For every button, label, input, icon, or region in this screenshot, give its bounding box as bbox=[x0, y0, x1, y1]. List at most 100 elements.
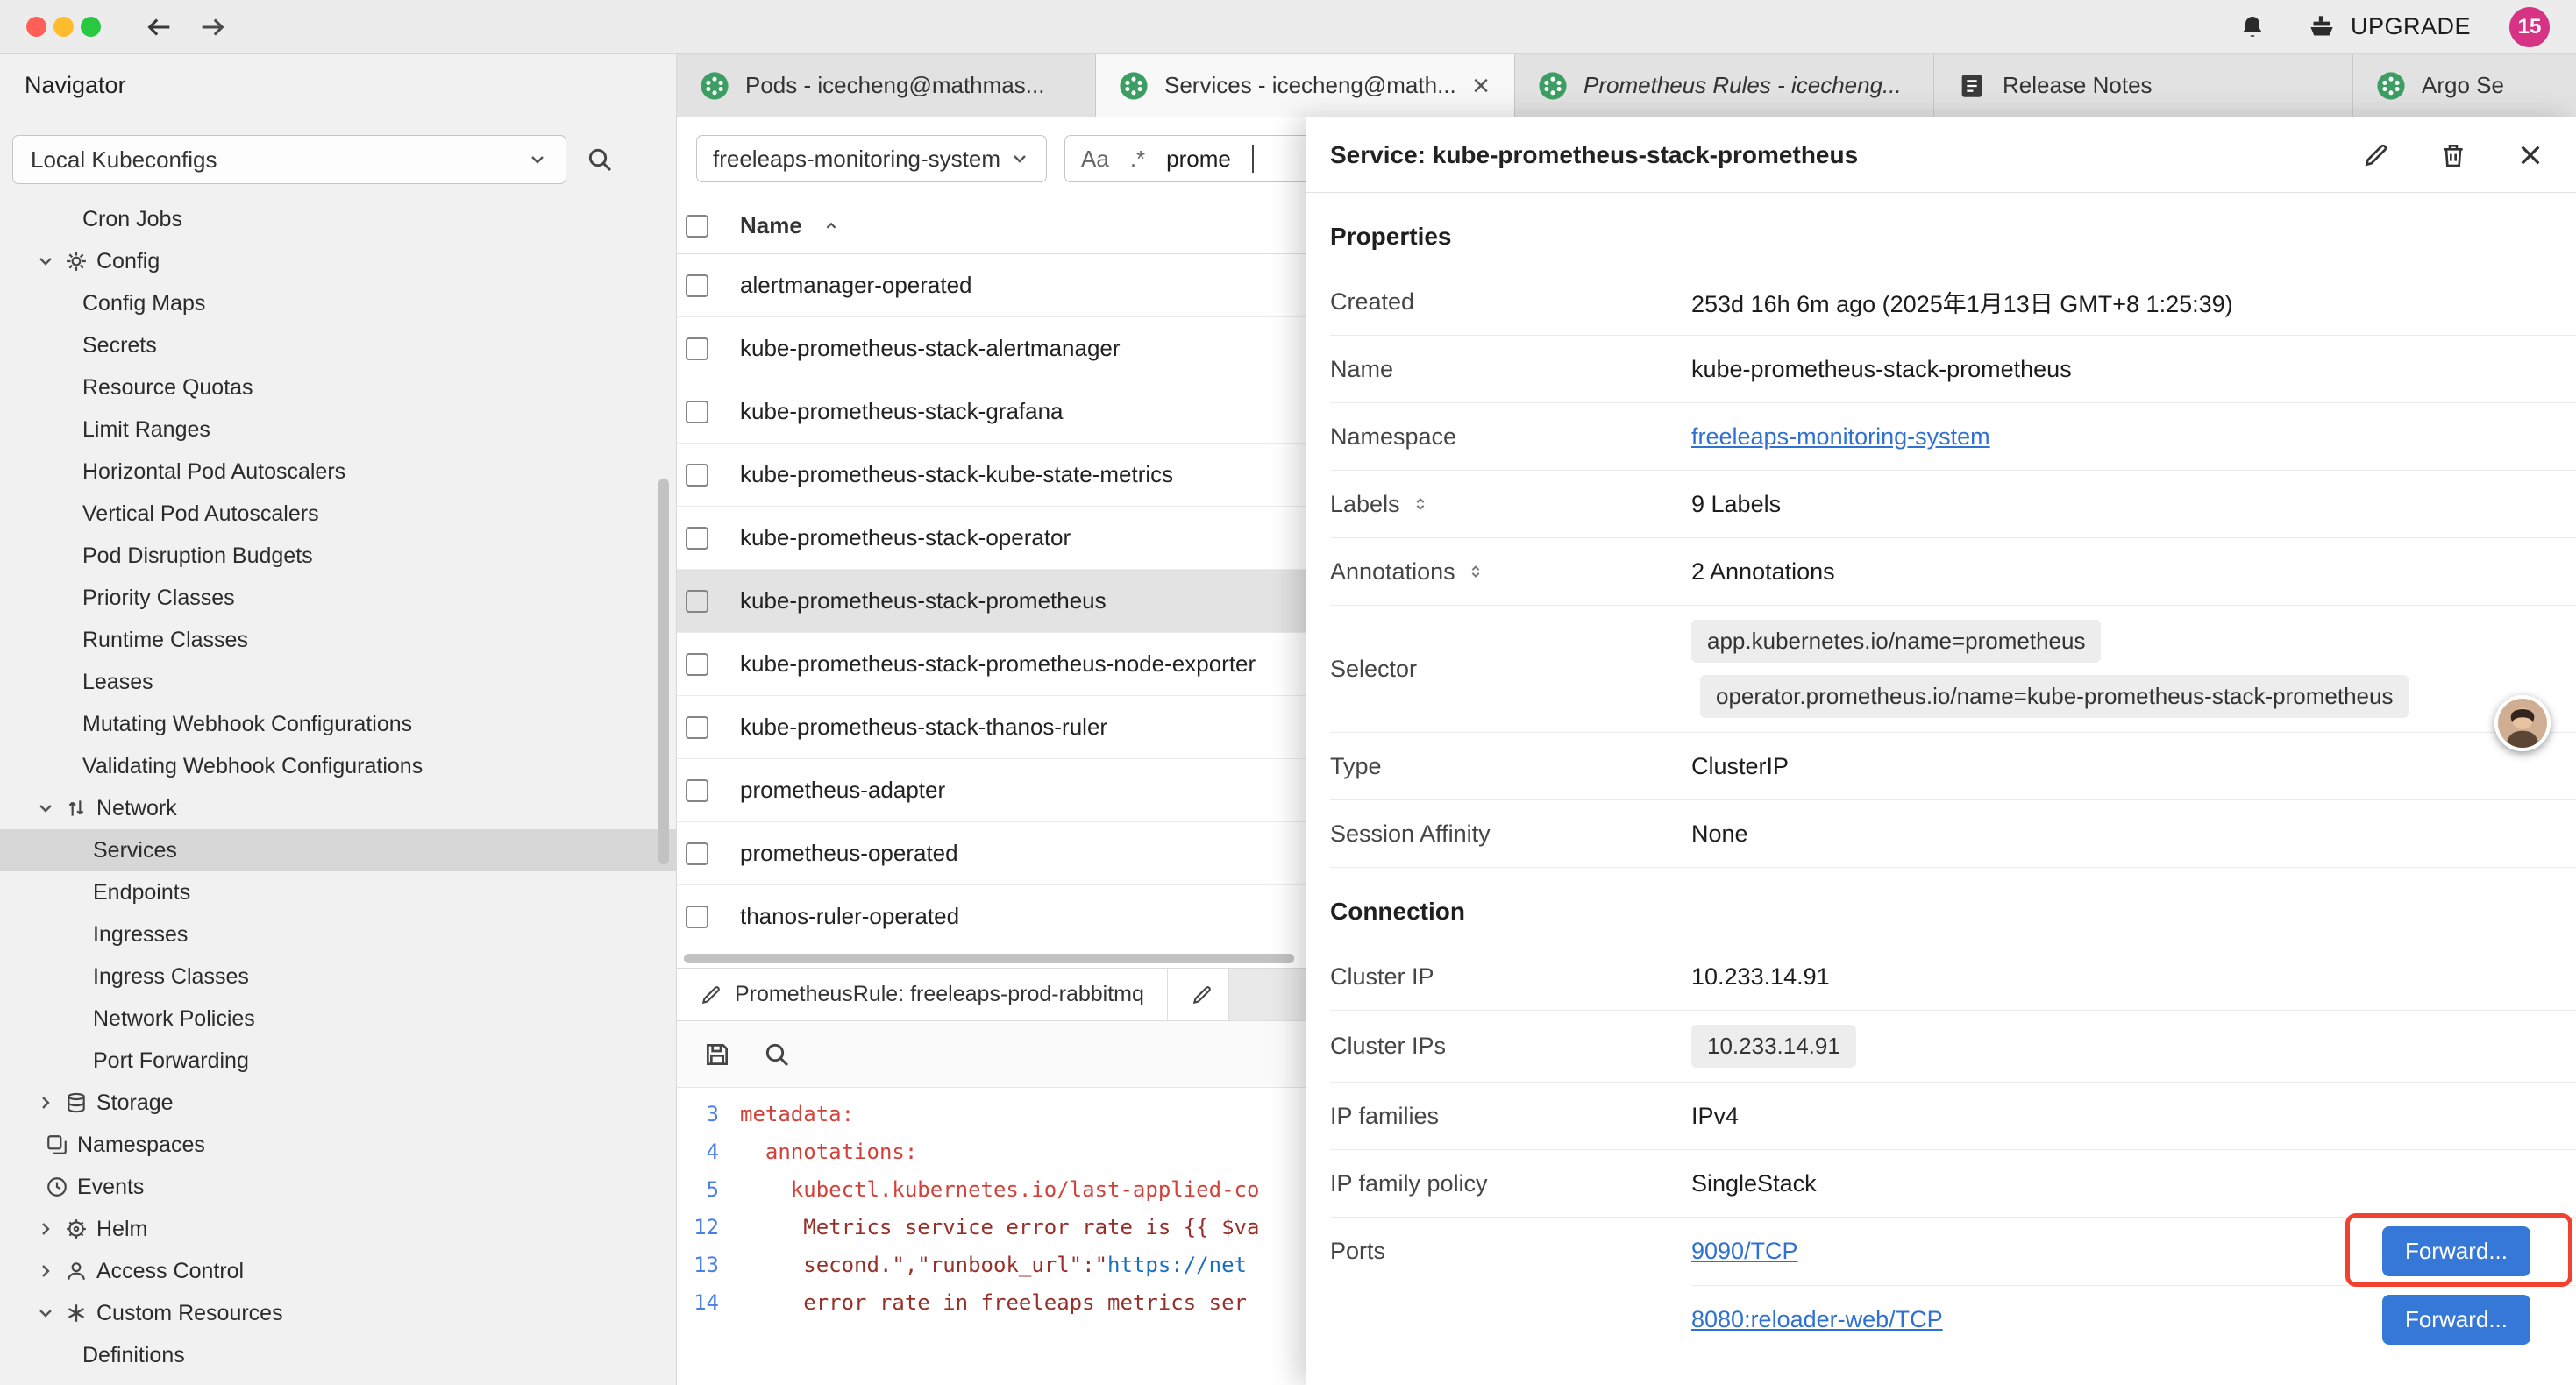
name-column-header[interactable]: Name bbox=[740, 212, 802, 239]
sidebar-item-pod-disruption-budgets[interactable]: Pod Disruption Budgets bbox=[0, 535, 676, 577]
sidebar-item-network-policies[interactable]: Network Policies bbox=[0, 998, 676, 1040]
sidebar-item-runtime-classes[interactable]: Runtime Classes bbox=[0, 619, 676, 661]
table-row-prometheus-operated[interactable]: prometheus-operated bbox=[677, 822, 1306, 885]
navigator-panel-header[interactable]: Navigator bbox=[0, 54, 677, 117]
tab-services-icecheng-math[interactable]: Services - icecheng@math...× bbox=[1096, 54, 1515, 117]
dock-tab-partial[interactable] bbox=[1168, 969, 1229, 1020]
user-avatar[interactable] bbox=[2494, 695, 2551, 751]
search-value: prome bbox=[1166, 146, 1231, 173]
sidebar-item-storage[interactable]: Storage bbox=[0, 1082, 676, 1124]
sidebar-item-config-maps[interactable]: Config Maps bbox=[0, 282, 676, 324]
table-row-alertmanager-operated[interactable]: alertmanager-operated bbox=[677, 254, 1306, 317]
kubeconfig-select[interactable]: Local Kubeconfigs bbox=[12, 135, 566, 184]
upgrade-button[interactable]: UPGRADE bbox=[2305, 11, 2471, 44]
forward-arrow-icon[interactable] bbox=[197, 12, 227, 42]
row-checkbox[interactable] bbox=[686, 274, 708, 297]
sidebar-item-vertical-pod-autoscalers[interactable]: Vertical Pod Autoscalers bbox=[0, 493, 676, 535]
sidebar-item-mutating-webhook-configurations[interactable]: Mutating Webhook Configurations bbox=[0, 703, 676, 745]
table-row-kube-prometheus-stack-prometheus-node-ex[interactable]: kube-prometheus-stack-prometheus-node-ex… bbox=[677, 633, 1306, 696]
namespace-link[interactable]: freeleaps-monitoring-system bbox=[1691, 423, 1990, 451]
forward-button[interactable]: Forward... bbox=[2382, 1295, 2530, 1345]
notification-count-badge[interactable]: 15 bbox=[2509, 7, 2550, 47]
row-checkbox[interactable] bbox=[686, 906, 708, 928]
horizontal-scrollbar[interactable] bbox=[677, 948, 1306, 968]
horizontal-scrollbar-thumb[interactable] bbox=[684, 954, 1294, 963]
sidebar-item-access-control[interactable]: Access Control bbox=[0, 1250, 676, 1292]
match-case-toggle[interactable]: Aa bbox=[1081, 146, 1109, 173]
sidebar-item-definitions[interactable]: Definitions bbox=[0, 1334, 676, 1376]
maximize-window-button[interactable] bbox=[81, 17, 101, 37]
delete-trash-icon[interactable] bbox=[2439, 141, 2467, 169]
sidebar-item-namespaces[interactable]: Namespaces bbox=[0, 1124, 676, 1166]
sidebar-item-resource-quotas[interactable]: Resource Quotas bbox=[0, 366, 676, 408]
minimize-window-button[interactable] bbox=[53, 17, 74, 37]
select-all-checkbox[interactable] bbox=[686, 215, 708, 238]
code-token bbox=[740, 1215, 803, 1239]
row-checkbox[interactable] bbox=[686, 401, 708, 423]
close-window-button[interactable] bbox=[26, 17, 46, 37]
detail-label-text: IP family policy bbox=[1330, 1170, 1488, 1197]
sidebar-item-port-forwarding[interactable]: Port Forwarding bbox=[0, 1040, 676, 1082]
tab-prometheus-rules-icecheng[interactable]: Prometheus Rules - icecheng... bbox=[1515, 54, 1934, 117]
sidebar-item-network[interactable]: Network bbox=[0, 787, 676, 829]
row-checkbox[interactable] bbox=[686, 779, 708, 802]
sidebar-item-events[interactable]: Events bbox=[0, 1166, 676, 1208]
sort-ascending-icon[interactable] bbox=[822, 217, 841, 236]
detail-label: Selector bbox=[1330, 656, 1691, 683]
close-icon[interactable] bbox=[2516, 141, 2544, 169]
row-checkbox[interactable] bbox=[686, 842, 708, 865]
sidebar-item-ingress-classes[interactable]: Ingress Classes bbox=[0, 955, 676, 998]
sidebar-item-cron-jobs[interactable]: Cron Jobs bbox=[0, 198, 676, 240]
sidebar-item-custom-resources[interactable]: Custom Resources bbox=[0, 1292, 676, 1334]
dock-tab-prometheusrule[interactable]: PrometheusRule: freeleaps-prod-rabbitmq bbox=[677, 969, 1168, 1020]
table-row-kube-prometheus-stack-alertmanager[interactable]: kube-prometheus-stack-alertmanager bbox=[677, 317, 1306, 380]
edit-pencil-icon[interactable] bbox=[2362, 141, 2390, 169]
row-checkbox[interactable] bbox=[686, 590, 708, 613]
port-link[interactable]: 9090/TCP bbox=[1691, 1238, 1798, 1265]
back-arrow-icon[interactable] bbox=[145, 12, 174, 42]
sidebar-scrollbar[interactable] bbox=[658, 479, 669, 864]
row-checkbox[interactable] bbox=[686, 464, 708, 487]
sidebar-item-config[interactable]: Config bbox=[0, 240, 676, 282]
table-row-kube-prometheus-stack-prometheus[interactable]: kube-prometheus-stack-prometheus bbox=[677, 570, 1306, 633]
row-checkbox[interactable] bbox=[686, 527, 708, 550]
namespace-select[interactable]: freeleaps-monitoring-system bbox=[696, 135, 1047, 182]
regex-toggle[interactable]: .* bbox=[1130, 146, 1145, 173]
sidebar-item-horizontal-pod-autoscalers[interactable]: Horizontal Pod Autoscalers bbox=[0, 451, 676, 493]
save-icon[interactable] bbox=[703, 1041, 731, 1069]
sidebar-item-ingresses[interactable]: Ingresses bbox=[0, 913, 676, 955]
tab-pods-icecheng-mathmas[interactable]: Pods - icecheng@mathmas... bbox=[677, 54, 1096, 117]
row-checkbox[interactable] bbox=[686, 337, 708, 360]
row-checkbox[interactable] bbox=[686, 653, 708, 676]
table-row-thanos-ruler-operated[interactable]: thanos-ruler-operated bbox=[677, 885, 1306, 948]
sidebar-item-leases[interactable]: Leases bbox=[0, 661, 676, 703]
table-row-kube-prometheus-stack-thanos-ruler[interactable]: kube-prometheus-stack-thanos-ruler bbox=[677, 696, 1306, 759]
port-link[interactable]: 8080:reloader-web/TCP bbox=[1691, 1306, 1943, 1333]
row-checkbox[interactable] bbox=[686, 716, 708, 739]
sidebar-item-secrets[interactable]: Secrets bbox=[0, 324, 676, 366]
sidebar-item-label: Mutating Webhook Configurations bbox=[82, 712, 412, 737]
sidebar-item-label: Config Maps bbox=[82, 291, 205, 316]
forward-button-wrap: Forward... bbox=[2382, 1295, 2530, 1345]
tab-argo-se[interactable]: Argo Se bbox=[2353, 54, 2576, 117]
list-search-input[interactable]: Aa .* prome bbox=[1064, 135, 1306, 182]
editor-search-icon[interactable] bbox=[763, 1041, 791, 1069]
sidebar-item-endpoints[interactable]: Endpoints bbox=[0, 871, 676, 913]
sidebar-item-helm[interactable]: Helm bbox=[0, 1208, 676, 1250]
notifications-bell-icon[interactable] bbox=[2238, 13, 2266, 41]
sidebar-item-services[interactable]: Services bbox=[0, 829, 676, 871]
sidebar-search-icon[interactable] bbox=[586, 146, 614, 174]
forward-button[interactable]: Forward... bbox=[2382, 1226, 2530, 1276]
table-row-prometheus-adapter[interactable]: prometheus-adapter bbox=[677, 759, 1306, 822]
table-row-kube-prometheus-stack-kube-state-metrics[interactable]: kube-prometheus-stack-kube-state-metrics bbox=[677, 444, 1306, 507]
sidebar-item-validating-webhook-configurations[interactable]: Validating Webhook Configurations bbox=[0, 745, 676, 787]
yaml-editor[interactable]: 3metadata:4 annotations:5 kubectl.kubern… bbox=[677, 1088, 1306, 1385]
sidebar-item-limit-ranges[interactable]: Limit Ranges bbox=[0, 408, 676, 451]
close-tab-icon[interactable]: × bbox=[1470, 71, 1491, 101]
table-row-kube-prometheus-stack-operator[interactable]: kube-prometheus-stack-operator bbox=[677, 507, 1306, 570]
tab-release-notes[interactable]: Release Notes bbox=[1934, 54, 2353, 117]
sidebar-item-priority-classes[interactable]: Priority Classes bbox=[0, 577, 676, 619]
forward-button-wrap-annotated: Forward... bbox=[2382, 1226, 2530, 1276]
table-row-kube-prometheus-stack-grafana[interactable]: kube-prometheus-stack-grafana bbox=[677, 380, 1306, 444]
sidebar-item-label: Horizontal Pod Autoscalers bbox=[82, 459, 345, 485]
